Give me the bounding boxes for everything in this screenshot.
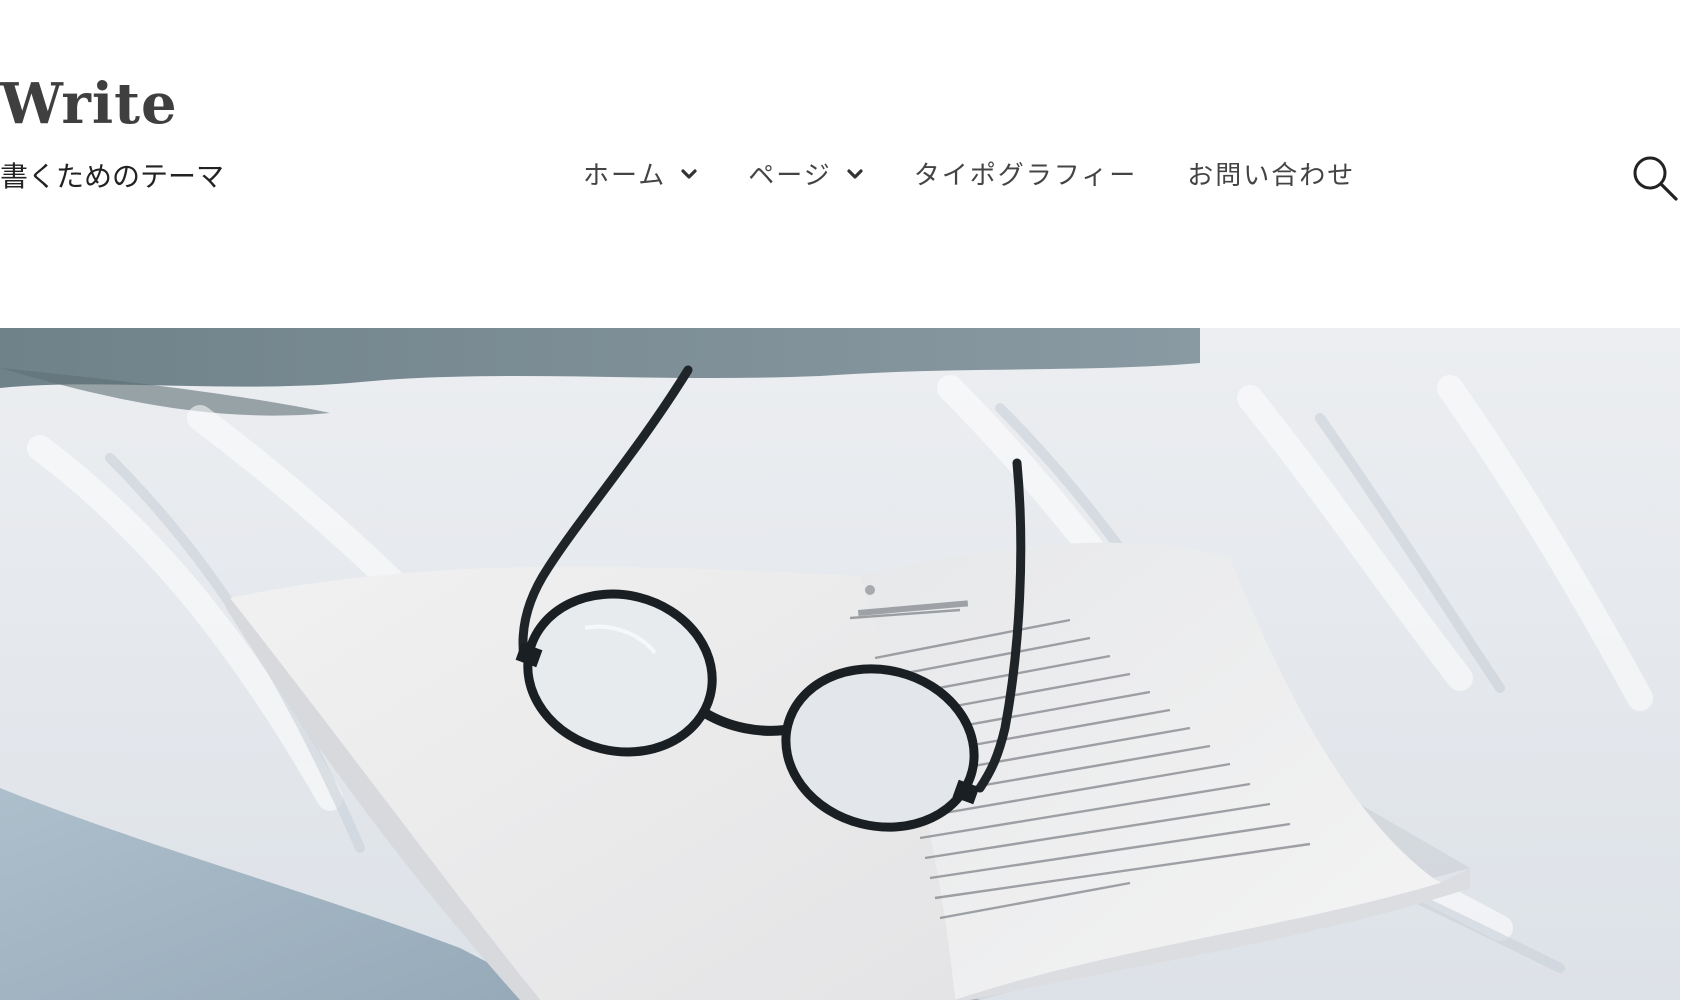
main-nav: ホーム ページ タイポグラフィー お問い合わせ [583,155,1355,192]
chevron-down-icon [681,168,697,179]
hero-image [0,328,1680,1000]
hero-photo [0,328,1680,1000]
nav-item-home[interactable]: ホーム [583,155,698,192]
search-icon[interactable] [1630,153,1680,203]
nav-item-pages[interactable]: ページ [748,155,863,192]
site-tagline: 書くためのテーマ [0,160,225,193]
nav-item-label: ページ [748,161,832,191]
site-title[interactable]: Write [0,73,178,136]
page: Write 書くためのテーマ ホーム ページ タイポグラフィー お問い合わせ [0,0,1692,1000]
nav-item-typography[interactable]: タイポグラフィー [914,155,1137,192]
nav-item-contact[interactable]: お問い合わせ [1187,155,1355,192]
nav-item-label: タイポグラフィー [913,161,1138,191]
nav-item-label: ホーム [583,161,667,191]
nav-item-label: お問い合わせ [1187,161,1356,191]
chevron-down-icon [847,168,863,179]
